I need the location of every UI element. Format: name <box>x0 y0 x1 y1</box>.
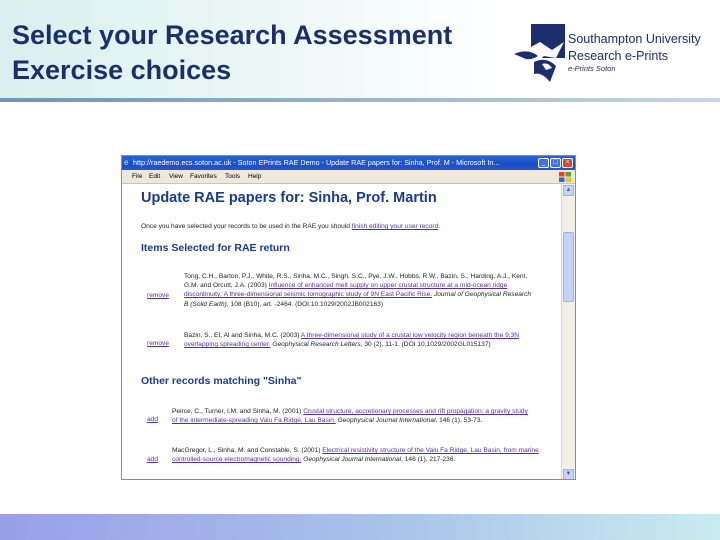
remove-link[interactable]: remove <box>147 292 169 299</box>
remove-link[interactable]: remove <box>147 340 169 347</box>
list-item: MacGregor, L., Sinha, M. and Constable, … <box>172 446 544 464</box>
scroll-up-icon[interactable]: ▲ <box>563 185 574 196</box>
header-divider <box>0 98 720 102</box>
list-item: Peirce, C., Turner, I.M. and Sinha, M. (… <box>172 407 534 425</box>
menu-help[interactable]: Help <box>248 170 261 184</box>
intro-text-body: Once you have selected your records to b… <box>141 223 352 230</box>
record-journal: Geophysical Research Letters <box>270 341 361 349</box>
record-details: , 146 (1), 53-73. <box>435 417 483 425</box>
window-controls: _ □ × <box>538 158 573 168</box>
logo-line1: Southampton University <box>568 32 701 46</box>
add-link[interactable]: add <box>147 416 158 423</box>
close-icon[interactable]: × <box>562 158 573 168</box>
intro-text-end: . <box>438 223 441 230</box>
list-item: Bazin, S., Et, Al and Sinha, M.C. (2003)… <box>184 331 539 349</box>
selected-section-heading: Items Selected for RAE return <box>141 242 290 254</box>
browser-title-bar: e http://raedemo.ecs.soton.ac.uk - Soton… <box>122 156 575 170</box>
menu-edit[interactable]: Edit <box>149 170 160 184</box>
page-content: Update RAE papers for: Sinha, Prof. Mart… <box>122 184 563 479</box>
slide-title-line2: Exercise choices <box>12 55 232 85</box>
vertical-scrollbar[interactable]: ▲ ▼ <box>561 184 575 479</box>
list-item: Tong, C.H., Barton, P.J., White, R.S., S… <box>184 272 534 309</box>
record-authors: Peirce, C., Turner, I.M. and Sinha, M. (… <box>172 408 304 415</box>
slide-title-line1: Select your Research Assessment <box>12 20 453 50</box>
page-heading: Update RAE papers for: Sinha, Prof. Mart… <box>141 190 437 206</box>
add-link[interactable]: add <box>147 456 158 463</box>
footer-bar <box>0 514 720 540</box>
record-details: , 146 (1), 217-236. <box>401 456 456 464</box>
browser-window: e http://raedemo.ecs.soton.ac.uk - Soton… <box>121 155 576 480</box>
maximize-icon[interactable]: □ <box>550 158 561 168</box>
intro-text: Once you have selected your records to b… <box>141 223 440 230</box>
record-authors: MacGregor, L., Sinha, M. and Constable, … <box>172 447 323 454</box>
scroll-down-icon[interactable]: ▼ <box>563 469 574 479</box>
logo-line2: Research e-Prints <box>568 49 669 63</box>
other-section-heading: Other records matching "Sinha" <box>141 375 302 387</box>
record-authors: Bazin, S., Et, Al and Sinha, M.C. (2003) <box>184 332 301 339</box>
browser-menu-bar: File Edit View Favorites Tools Help <box>122 170 575 184</box>
slide-title: Select your Research Assessment Exercise… <box>12 18 492 88</box>
menu-favorites[interactable]: Favorites <box>190 170 217 184</box>
browser-window-title: http://raedemo.ecs.soton.ac.uk - Soton E… <box>133 158 500 167</box>
scroll-thumb[interactable] <box>563 232 574 302</box>
windows-flag-icon <box>559 172 571 182</box>
record-details: , 108 (B10), art. -2464. (DOI:10.1029/20… <box>226 300 384 308</box>
menu-tools[interactable]: Tools <box>225 170 240 184</box>
menu-file[interactable]: File <box>132 170 142 184</box>
record-details: , 30 (2), 11-1. (DOI 10.1029/2002GL01513… <box>360 341 491 349</box>
record-journal: Geophysical Journal International <box>301 456 402 464</box>
menu-view[interactable]: View <box>169 170 183 184</box>
finish-editing-link[interactable]: finish editing your user record <box>352 223 439 230</box>
minimize-icon[interactable]: _ <box>538 158 549 168</box>
logo-line3: e-Prints Soton <box>568 64 616 73</box>
record-journal: Geophysical Journal International <box>335 417 436 425</box>
internet-explorer-icon: e <box>124 158 129 167</box>
